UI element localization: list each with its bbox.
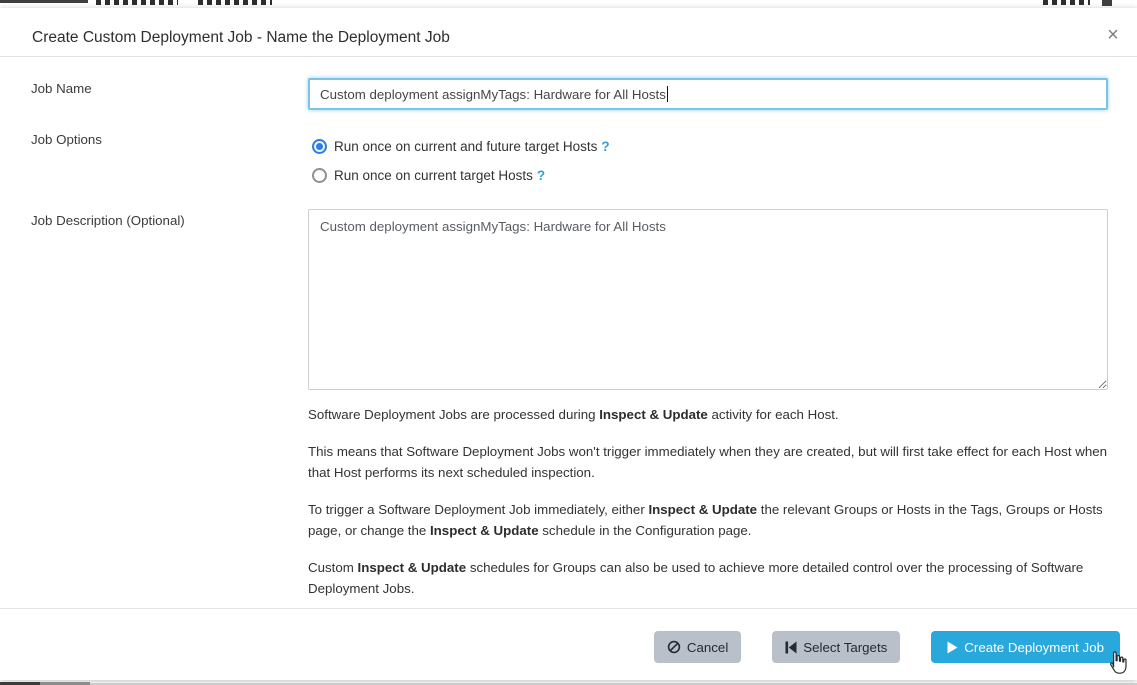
close-icon[interactable]: ×	[1102, 24, 1124, 46]
radio-option-label[interactable]: Run once on current target Hosts	[334, 168, 533, 183]
radio-button-icon[interactable]	[312, 139, 327, 154]
select-targets-button-label: Select Targets	[803, 640, 887, 655]
text-caret	[667, 86, 668, 102]
background-text-fragment	[0, 0, 88, 3]
dialog-header: Create Custom Deployment Job - Name the …	[0, 8, 1137, 57]
background-text-fragment	[198, 0, 272, 5]
background-text-fragment	[1102, 0, 1112, 6]
job-name-value: Custom deployment assignMyTags: Hardware…	[320, 87, 666, 102]
cancel-button[interactable]: Cancel	[654, 631, 741, 663]
info-paragraph: Software Deployment Jobs are processed d…	[308, 404, 1108, 425]
job-description-label: Job Description (Optional)	[31, 213, 185, 228]
dialog-footer: Cancel Select Targets Create Deployment …	[0, 608, 1137, 680]
job-name-label: Job Name	[31, 81, 92, 96]
select-targets-button[interactable]: Select Targets	[772, 631, 900, 663]
step-backward-icon	[785, 641, 797, 654]
help-icon[interactable]: ?	[601, 139, 609, 154]
dialog-body: Job Name Custom deployment assignMyTags:…	[0, 57, 1137, 600]
help-icon[interactable]: ?	[537, 168, 545, 183]
create-deployment-job-dialog: Create Custom Deployment Job - Name the …	[0, 8, 1137, 680]
background-text-fragment	[96, 0, 178, 5]
radio-option-label[interactable]: Run once on current and future target Ho…	[334, 139, 597, 154]
play-icon	[947, 641, 958, 654]
radio-option-run-once-current-and-future[interactable]: Run once on current and future target Ho…	[312, 139, 610, 154]
create-deployment-job-button[interactable]: Create Deployment Job	[931, 631, 1120, 663]
cancel-button-label: Cancel	[687, 640, 728, 655]
job-options-label: Job Options	[31, 132, 102, 147]
info-paragraph: To trigger a Software Deployment Job imm…	[308, 499, 1108, 541]
job-name-input[interactable]: Custom deployment assignMyTags: Hardware…	[308, 78, 1108, 110]
create-button-label: Create Deployment Job	[964, 640, 1104, 655]
info-paragraph: This means that Software Deployment Jobs…	[308, 441, 1108, 483]
radio-button-icon[interactable]	[312, 168, 327, 183]
radio-option-run-once-current[interactable]: Run once on current target Hosts ?	[312, 168, 545, 183]
screen: Create Custom Deployment Job - Name the …	[0, 0, 1137, 685]
background-text-fragment	[1043, 0, 1090, 5]
ban-icon	[667, 640, 681, 654]
info-paragraph: Custom Inspect & Update schedules for Gr…	[308, 557, 1108, 599]
job-description-textarea[interactable]: Custom deployment assignMyTags: Hardware…	[308, 209, 1108, 390]
hand-cursor-icon	[1106, 650, 1130, 681]
dialog-title: Create Custom Deployment Job - Name the …	[32, 29, 450, 47]
